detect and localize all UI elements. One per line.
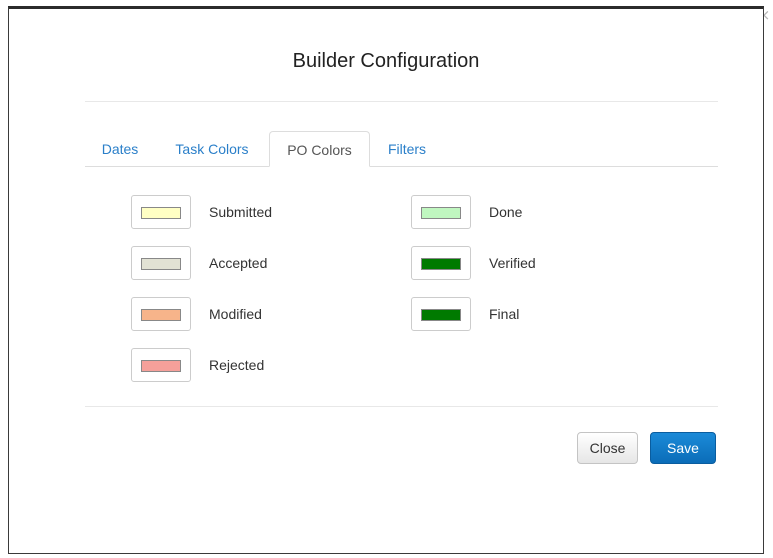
color-label: Modified: [209, 306, 262, 322]
color-swatch: [141, 258, 181, 270]
color-label: Accepted: [209, 255, 268, 271]
color-swatch: [421, 309, 461, 321]
tab-dates[interactable]: Dates: [99, 131, 141, 166]
color-swatch: [141, 360, 181, 372]
color-label: Rejected: [209, 357, 265, 373]
color-swatch: [141, 309, 181, 321]
tab-po-colors[interactable]: PO Colors: [269, 131, 370, 167]
color-label: Final: [489, 306, 520, 322]
color-label: Submitted: [209, 204, 273, 220]
header-divider: [85, 101, 718, 102]
color-swatch: [421, 207, 461, 219]
tab-task-colors[interactable]: Task Colors: [172, 131, 252, 166]
color-picker-button[interactable]: [131, 195, 191, 229]
tab-filters[interactable]: Filters: [385, 131, 429, 166]
color-swatch: [141, 207, 181, 219]
color-picker-button[interactable]: [131, 246, 191, 280]
close-button[interactable]: Close: [577, 432, 638, 464]
color-swatch: [421, 258, 461, 270]
color-picker-button[interactable]: [411, 195, 471, 229]
tab-bar: Dates Task Colors PO Colors Filters: [85, 131, 718, 167]
color-picker-button[interactable]: [411, 297, 471, 331]
footer-divider: [85, 406, 718, 407]
dialog-title: Builder Configuration: [292, 50, 480, 72]
color-picker-button[interactable]: [411, 246, 471, 280]
color-picker-button[interactable]: [131, 348, 191, 382]
save-button[interactable]: Save: [650, 432, 716, 464]
color-picker-button[interactable]: [131, 297, 191, 331]
color-label: Verified: [489, 255, 536, 271]
color-label: Done: [489, 204, 523, 220]
builder-configuration-dialog: Builder Configuration Dates Task Colors …: [8, 6, 764, 554]
